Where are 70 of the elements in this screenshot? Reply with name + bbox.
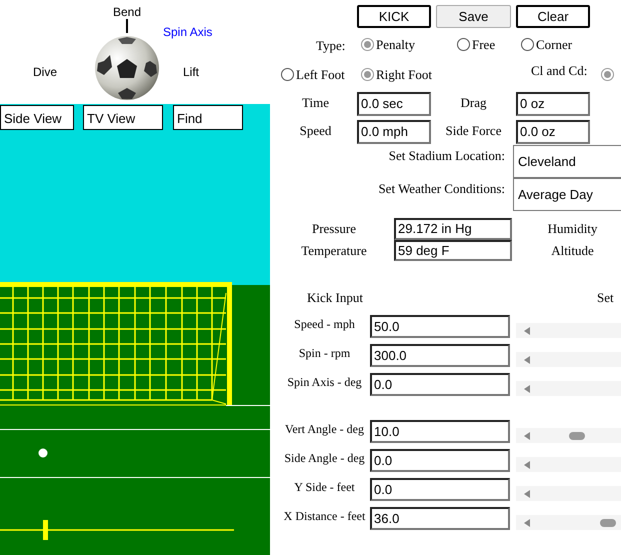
left-arrow-icon[interactable]	[524, 327, 530, 335]
slider-thumb[interactable]	[568, 432, 584, 440]
text-field[interactable]: 59 deg F	[394, 240, 512, 261]
slider-track[interactable]	[516, 352, 621, 367]
field-label: Speed - mph	[294, 316, 355, 333]
radio-option[interactable]: Right Foot	[361, 64, 531, 84]
select-label: Set Stadium Location:	[388, 147, 505, 165]
field-label: Side Angle - deg	[284, 450, 365, 467]
soccer-ball-drawing	[94, 35, 160, 101]
left-arrow-icon[interactable]	[524, 519, 530, 527]
dropdown[interactable]: Cleveland	[513, 145, 621, 178]
section-title: Set	[597, 289, 614, 306]
text-field[interactable]: 0.0	[370, 449, 510, 472]
field-label: Y Side - feet	[294, 479, 355, 496]
slider-track[interactable]	[516, 457, 621, 472]
slider-track[interactable]	[516, 428, 621, 443]
action-button[interactable]: Clear	[516, 5, 590, 28]
field-label: Altitude	[551, 242, 594, 260]
text-field[interactable]: 0.0 oz	[516, 120, 590, 144]
left-arrow-icon[interactable]	[524, 490, 530, 498]
slider-track[interactable]	[516, 486, 621, 501]
field-label: X Distance - feet	[284, 508, 366, 525]
text-field[interactable]: 0.0	[370, 478, 510, 501]
field-label: Drag	[460, 94, 486, 112]
field-label: Speed	[300, 122, 332, 140]
dive-label: Dive	[33, 64, 58, 81]
text-field[interactable]: 300.0	[370, 344, 510, 367]
field-label: Time	[302, 94, 329, 112]
radio-option[interactable]: Free	[457, 34, 521, 54]
field-label: Vert Angle - deg	[285, 421, 364, 438]
text-field[interactable]: 0 oz	[516, 92, 590, 116]
text-field[interactable]: 29.172 in Hg	[394, 218, 512, 240]
view-button[interactable]: TV View	[83, 105, 163, 130]
radio-option[interactable]: Corner	[521, 34, 572, 54]
tick-icon	[126, 19, 128, 33]
left-arrow-icon[interactable]	[524, 461, 530, 469]
left-arrow-icon[interactable]	[524, 432, 530, 440]
text-field[interactable]: 0.0 sec	[357, 92, 431, 116]
dropdown[interactable]: Average Day	[513, 178, 621, 211]
field-label: Pressure	[312, 220, 356, 238]
field-label: Temperature	[301, 242, 367, 260]
left-arrow-icon[interactable]	[524, 385, 530, 393]
field-label: Humidity	[548, 220, 598, 238]
radio-option[interactable]	[601, 68, 616, 81]
select-label: Set Weather Conditions:	[378, 180, 505, 198]
field-label: Spin - rpm	[298, 345, 350, 362]
bend-label: Bend	[113, 4, 142, 21]
text-field[interactable]: 50.0	[370, 315, 510, 338]
action-button[interactable]: KICK	[357, 5, 431, 28]
text-field[interactable]: 10.0	[370, 420, 510, 443]
slider-track[interactable]	[516, 515, 621, 530]
text-field[interactable]: 0.0	[370, 373, 510, 396]
radio-option[interactable]: Penalty	[361, 34, 457, 54]
slider-thumb[interactable]	[600, 519, 616, 527]
section-title: Kick Input	[307, 290, 363, 305]
text-field[interactable]: 0.0 mph	[357, 120, 431, 144]
lift-label: Lift	[183, 64, 200, 81]
slider-track[interactable]	[516, 323, 621, 338]
radio-option[interactable]: Left Foot	[281, 64, 361, 84]
cl-cd-label: Cl and Cd:	[531, 63, 588, 78]
type-label: Type:	[316, 38, 346, 53]
left-arrow-icon[interactable]	[524, 356, 530, 364]
action-button[interactable]: Save	[436, 5, 511, 28]
spin-axis-label: Spin Axis	[163, 24, 212, 41]
text-field[interactable]: 36.0	[370, 507, 510, 530]
view-button[interactable]: Side View	[0, 105, 74, 130]
field-label: Side Force	[446, 122, 502, 140]
view-button[interactable]: Find	[173, 105, 243, 130]
field-label: Spin Axis - deg	[287, 374, 362, 391]
slider-track[interactable]	[516, 381, 621, 396]
